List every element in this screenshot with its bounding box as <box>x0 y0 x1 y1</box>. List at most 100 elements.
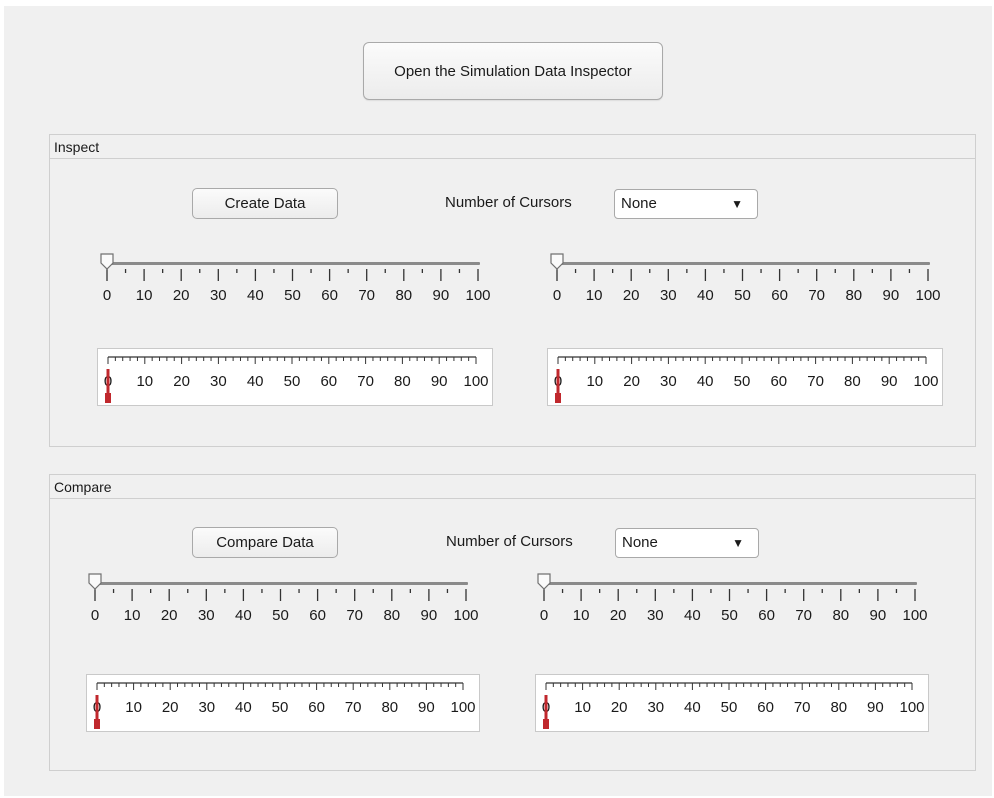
slider-tick-label: 10 <box>135 287 153 304</box>
slider-tick-label: 10 <box>123 607 141 624</box>
gauge-needle-icon <box>105 369 111 403</box>
gauge-tick-label: 20 <box>173 373 190 390</box>
open-sdi-button[interactable]: Open the Simulation Data Inspector <box>363 42 663 100</box>
gauge-needle-icon <box>543 695 549 729</box>
slider-thumb-icon[interactable] <box>100 253 114 270</box>
slider-tick-label: 80 <box>845 287 863 304</box>
compare-panel: Compare Compare Data Number of Cursors N… <box>49 474 976 771</box>
compare-slider-right[interactable]: 0 10 20 30 40 50 60 70 80 90 100 <box>537 571 928 629</box>
gauge-tick-label: 10 <box>136 373 154 390</box>
gauge-tick-label: 50 <box>733 373 751 390</box>
gauge-tick-label: 100 <box>899 699 925 716</box>
slider-tick-label: 30 <box>209 287 227 304</box>
gauge-tick-label: 30 <box>647 699 665 716</box>
gauge-tick-label: 30 <box>198 699 216 716</box>
slider-tick-label: 80 <box>395 287 413 304</box>
gauge-tick-label: 30 <box>660 373 677 390</box>
gauge-tick-label: 90 <box>430 373 448 390</box>
slider-tick-label: 70 <box>808 287 826 304</box>
gauge-tick-label: 90 <box>867 699 884 716</box>
slider-tick-label: 10 <box>585 287 603 304</box>
inspect-cursors-label: Number of Cursors <box>445 194 572 211</box>
gauge-tick-label: 60 <box>308 699 325 716</box>
slider-tick-label: 40 <box>235 607 252 624</box>
slider-track[interactable] <box>105 262 480 265</box>
slider-tick-label: 50 <box>734 287 751 304</box>
slider-tick-label: 0 <box>552 287 562 304</box>
gauge-tick-label: 30 <box>210 373 227 390</box>
slider-thumb-icon[interactable] <box>550 253 564 270</box>
slider-tick-label: 60 <box>309 607 326 624</box>
gauge-tick-label: 10 <box>125 699 142 716</box>
slider-tick-label: 30 <box>646 607 664 624</box>
compare-cursors-dropdown[interactable]: None ▼ <box>615 528 759 558</box>
slider-ticks <box>106 269 479 281</box>
gauge-tick-label: 90 <box>418 699 435 716</box>
gauge-tick-label: 100 <box>450 699 476 716</box>
gauge-tick-label: 40 <box>235 699 252 716</box>
gauge-tick-label: 60 <box>320 373 338 390</box>
slider-ticks <box>94 589 467 601</box>
gauge-tick-label: 80 <box>394 373 411 390</box>
app-window: Open the Simulation Data Inspector Inspe… <box>4 6 992 796</box>
slider-tick-label: 80 <box>383 607 401 624</box>
slider-tick-label: 100 <box>453 607 479 624</box>
slider-track[interactable] <box>93 582 468 585</box>
gauge-tick-label: 20 <box>161 699 179 716</box>
slider-track[interactable] <box>555 262 930 265</box>
compare-cursors-label: Number of Cursors <box>446 533 573 550</box>
gauge-tick-label: 40 <box>696 373 714 390</box>
gauge-tick-label: 70 <box>807 373 824 390</box>
inspect-panel: Inspect Create Data Number of Cursors No… <box>49 134 976 447</box>
slider-thumb-icon[interactable] <box>537 573 551 590</box>
gauge-tick-label: 60 <box>770 373 788 390</box>
gauge-tick-label: 50 <box>271 699 289 716</box>
gauge-needle-icon <box>555 369 561 403</box>
gauge-tick-label: 50 <box>283 373 301 390</box>
slider-tick-label: 20 <box>609 607 627 624</box>
slider-tick-label: 30 <box>659 287 677 304</box>
compare-gauge-left: 0102030405060708090100 <box>86 674 480 732</box>
slider-ticks <box>556 269 929 281</box>
compare-gauge-right: 0102030405060708090100 <box>535 674 929 732</box>
inspect-slider-right[interactable]: 0 10 20 30 40 50 60 70 80 90 100 <box>550 251 941 309</box>
gauge-tick-label: 20 <box>610 699 628 716</box>
slider-tick-label: 70 <box>795 607 813 624</box>
slider-tick-label: 90 <box>869 607 887 624</box>
chevron-down-icon: ▼ <box>731 197 743 211</box>
gauge-tick-label: 80 <box>830 699 848 716</box>
inspect-slider-left[interactable]: 0 10 20 30 40 50 60 70 80 90 100 <box>100 251 491 309</box>
inspect-cursors-value: None <box>621 195 657 212</box>
inspect-gauge-left: 0102030405060708090100 <box>97 348 493 406</box>
slider-tick-label: 0 <box>539 607 549 624</box>
gauge-needle-icon <box>94 695 100 729</box>
slider-tick-label: 70 <box>358 287 376 304</box>
slider-tick-label: 40 <box>684 607 701 624</box>
slider-tick-label: 80 <box>832 607 850 624</box>
slider-tick-label: 100 <box>465 287 491 304</box>
compare-slider-left[interactable]: 0 10 20 30 40 50 60 70 80 90 100 <box>88 571 479 629</box>
slider-tick-label: 50 <box>284 287 301 304</box>
inspect-gauge-right: 0102030405060708090100 <box>547 348 943 406</box>
gauge-tick-label: 40 <box>684 699 701 716</box>
slider-thumb-icon[interactable] <box>88 573 102 590</box>
create-data-button[interactable]: Create Data <box>192 188 338 219</box>
compare-data-button[interactable]: Compare Data <box>192 527 338 558</box>
gauge-tick-label: 70 <box>357 373 374 390</box>
slider-tick-label: 20 <box>160 607 178 624</box>
compare-cursors-value: None <box>622 534 658 551</box>
slider-tick-label: 20 <box>172 287 190 304</box>
slider-track[interactable] <box>542 582 917 585</box>
slider-tick-label: 90 <box>882 287 900 304</box>
slider-tick-label: 50 <box>272 607 289 624</box>
gauge-tick-label: 50 <box>720 699 738 716</box>
gauge-tick-label: 40 <box>246 373 264 390</box>
gauge-tick-label: 70 <box>793 699 811 716</box>
compare-panel-title: Compare <box>50 475 975 499</box>
chevron-down-icon: ▼ <box>732 536 744 550</box>
gauge-tick-label: 80 <box>844 373 861 390</box>
gauge-tick-label: 70 <box>344 699 362 716</box>
slider-tick-label: 20 <box>622 287 640 304</box>
inspect-cursors-dropdown[interactable]: None ▼ <box>614 189 758 219</box>
slider-tick-label: 60 <box>321 287 338 304</box>
